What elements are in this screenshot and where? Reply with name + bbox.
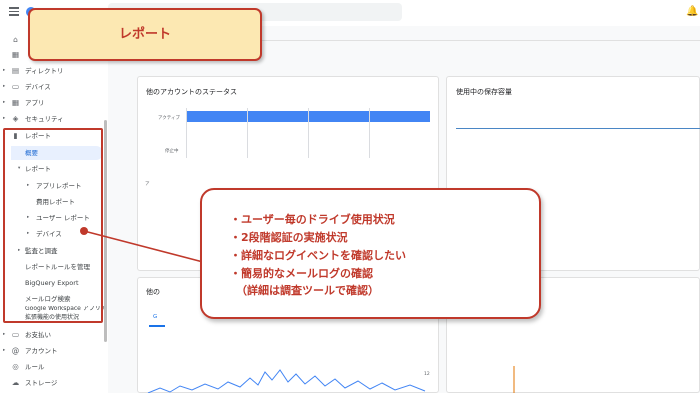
storage-bar — [456, 128, 700, 129]
usage-chart-tab[interactable]: G — [153, 314, 157, 320]
nav-account-label: アカウント — [25, 347, 58, 355]
apps-grid-icon: ▦ — [11, 98, 20, 107]
cloud-icon: ☁ — [11, 378, 20, 387]
expand-arrow-icon: ▸ — [3, 116, 6, 121]
nav-directory[interactable]: ▸ ▤ ディレクトリ — [0, 64, 106, 78]
expand-arrow-icon: ▸ — [3, 84, 6, 89]
grid-line — [247, 108, 248, 158]
menu-icon[interactable] — [9, 7, 19, 16]
home-icon: ⌂ — [13, 35, 18, 44]
nav-security-label: セキュリティ — [25, 115, 64, 123]
nav-storage[interactable]: ☁ ストレージ — [0, 376, 106, 390]
nav-directory-label: ディレクトリ — [25, 67, 64, 75]
expand-arrow-icon: ▸ — [3, 68, 6, 73]
nav-apps-label: アプリ — [25, 99, 45, 107]
nav-account[interactable]: ▸ @ アカウント — [0, 344, 106, 358]
nav-devices[interactable]: ▸ ▭ デバイス — [0, 80, 106, 94]
nav-rules-label: ルール — [25, 363, 45, 371]
notification-bell-icon[interactable]: 🔔 — [686, 6, 698, 17]
note-line: ・詳細なログイベントを確認したい — [230, 249, 406, 262]
shield-icon: ◈ — [12, 114, 19, 123]
note-line: （詳細は調査ツールで確認） — [236, 284, 379, 297]
nav-storage-label: ストレージ — [25, 379, 58, 387]
grid-line — [369, 108, 370, 158]
directory-icon: ▤ — [11, 66, 20, 75]
credit-card-icon: ▭ — [11, 330, 20, 339]
nav-billing-label: お支払い — [25, 331, 51, 339]
note-line: ・簡易的なメールログの確認 — [230, 267, 373, 280]
tab-underline — [149, 325, 165, 327]
usage-chart-title: 他の — [146, 288, 160, 296]
expand-arrow-icon: ▸ — [3, 348, 6, 353]
at-sign-icon: @ — [11, 346, 20, 355]
nav-apps[interactable]: ▸ ▦ アプリ — [0, 96, 106, 110]
sidebar-scrollbar[interactable] — [104, 120, 107, 342]
nav-security[interactable]: ▸ ◈ セキュリティ — [0, 112, 106, 126]
status-label-suspended: 停止中 — [165, 149, 179, 154]
nav-devices-label: デバイス — [25, 83, 51, 91]
rules-icon: ◎ — [12, 362, 19, 371]
axis-tick-label: ア — [145, 182, 150, 187]
note-line: ・ユーザー毎のドライブ使用状況 — [230, 213, 395, 226]
account-status-title: 他のアカウントのステータス — [146, 88, 237, 96]
status-label-active: アクティブ — [158, 116, 181, 121]
callout-title: レポート — [118, 27, 171, 42]
title-callout: レポート — [28, 8, 262, 61]
status-axis-line — [186, 108, 187, 158]
nav-billing[interactable]: ▸ ▭ お支払い — [0, 328, 106, 342]
dashboard-icon: ▦ — [11, 50, 20, 59]
grid-line — [308, 108, 309, 158]
note-box: ・ユーザー毎のドライブ使用状況 ・2段階認証の実施状況 ・詳細なログイベントを確… — [200, 188, 541, 319]
devices-icon: ▭ — [11, 82, 20, 91]
axis-tick-12: 12 — [424, 372, 430, 377]
expand-arrow-icon: ▸ — [3, 332, 6, 337]
note-line: ・2段階認証の実施状況 — [230, 231, 348, 244]
storage-card-title: 使用中の保存容量 — [456, 88, 512, 96]
nav-rules[interactable]: ◎ ルール — [0, 360, 106, 374]
expand-arrow-icon: ▸ — [3, 100, 6, 105]
highlight-frame — [3, 128, 103, 323]
